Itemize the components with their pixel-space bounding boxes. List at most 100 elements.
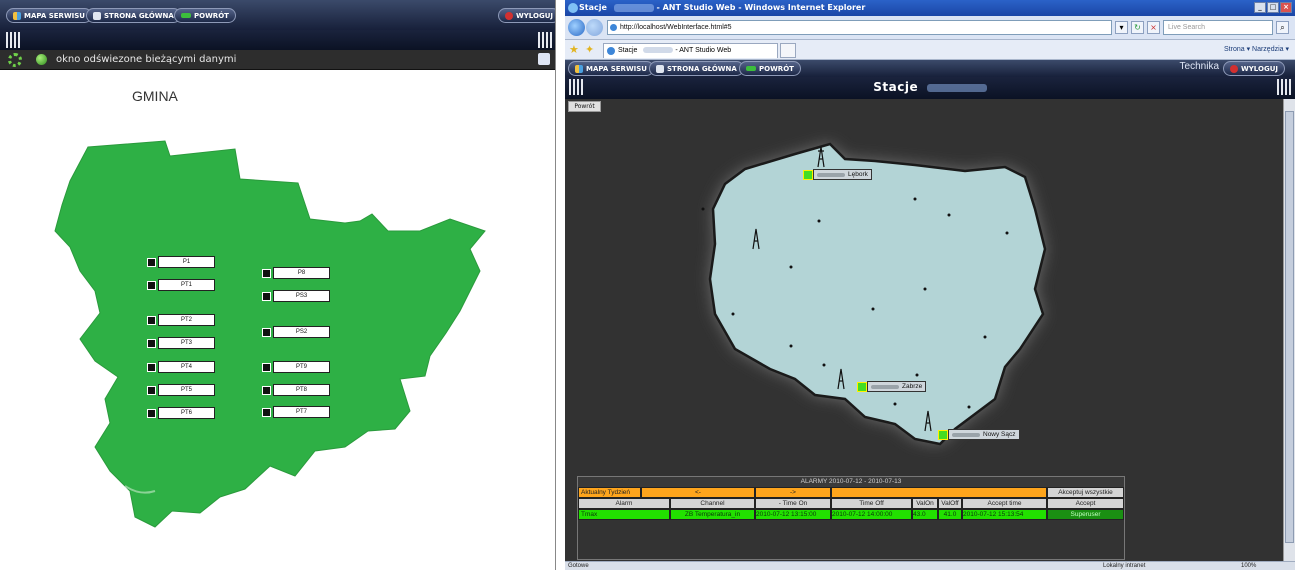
favorites-star-icon[interactable]: ★ xyxy=(569,43,579,56)
prev-week-button[interactable]: <- xyxy=(641,487,755,498)
col-header[interactable]: ValOn xyxy=(912,498,938,509)
point-label: PT6 xyxy=(158,407,215,419)
point-p8[interactable]: P8 xyxy=(262,267,330,279)
vertical-scrollbar[interactable] xyxy=(1283,99,1295,561)
col-header[interactable]: - Time On xyxy=(755,498,831,509)
back-nav-icon[interactable] xyxy=(568,19,585,36)
point-ps3[interactable]: PS3 xyxy=(262,290,330,302)
left-app-panel: MAPA SERWISU STRONA GŁÓWNA POWRÓT WYLOGU… xyxy=(0,0,556,570)
right-top-nav: MAPA SERWISU STRONA GŁÓWNA POWRÓT Techni… xyxy=(565,60,1295,77)
scroll-thumb[interactable] xyxy=(1285,111,1294,543)
back-button[interactable]: POWRÓT xyxy=(739,61,801,76)
week-bar-spacer xyxy=(831,487,1047,498)
alarm-cell: 41.0 xyxy=(938,509,962,520)
alarm-row[interactable]: Tmax ZB Temperatura_in 2010-07-12 13:15:… xyxy=(578,509,1124,520)
point-switch-icon xyxy=(262,407,271,417)
left-bars-decoration xyxy=(6,32,20,48)
col-header[interactable]: Channel xyxy=(670,498,755,509)
next-week-button[interactable]: -> xyxy=(755,487,831,498)
search-icon[interactable]: ⌕ xyxy=(1276,21,1289,34)
url-input[interactable]: http://localhost/WebInterface.html#5 xyxy=(607,20,1112,35)
add-favorites-icon[interactable]: ✦ xyxy=(585,43,594,56)
home-button[interactable]: STRONA GŁÓWNA xyxy=(86,8,181,23)
left-top-nav: MAPA SERWISU STRONA GŁÓWNA POWRÓT WYLOGU… xyxy=(0,0,555,30)
screen: MAPA SERWISU STRONA GŁÓWNA POWRÓT WYLOGU… xyxy=(0,0,1295,570)
point-p1[interactable]: P1 xyxy=(147,256,215,268)
accept-button[interactable]: Superuser xyxy=(1047,509,1124,520)
point-label: PT7 xyxy=(273,406,330,418)
poland-shape-group xyxy=(708,142,1047,446)
address-bar: http://localhost/WebInterface.html#5 ▾ ↻… xyxy=(565,16,1295,40)
logout-button[interactable]: WYLOGUJ xyxy=(1223,61,1285,76)
browser-tab[interactable]: Stacje - ANT Studio Web xyxy=(603,43,778,58)
browser-status-bar: Gotowe Lokalny intranet 100% xyxy=(565,561,1295,570)
point-ps2[interactable]: PS2 xyxy=(262,326,330,338)
point-label: PS3 xyxy=(273,290,330,302)
point-label: PT2 xyxy=(158,314,215,326)
point-pt1[interactable]: PT1 xyxy=(147,279,215,291)
map-button[interactable]: MAPA SERWISU xyxy=(568,61,654,76)
home-icon xyxy=(656,64,664,73)
new-tab-button[interactable] xyxy=(780,43,796,58)
logout-button-label: WYLOGUJ xyxy=(516,11,553,20)
poland-shape xyxy=(708,142,1047,446)
redacted-text xyxy=(643,47,674,54)
tab-title-prefix: Stacje xyxy=(618,47,638,54)
refresh-icon[interactable]: ↻ xyxy=(1131,21,1144,34)
point-switch-icon xyxy=(147,280,156,290)
point-pt4[interactable]: PT4 xyxy=(147,361,215,373)
alarm-cell: ZB Temperatura_in xyxy=(670,509,755,520)
point-switch-icon xyxy=(262,268,271,278)
point-switch-icon xyxy=(147,362,156,372)
left-title-bar xyxy=(0,30,555,50)
dropdown-icon[interactable]: ▾ xyxy=(1115,21,1128,34)
sitemap-icon xyxy=(575,64,583,73)
maximize-icon[interactable]: □ xyxy=(1267,2,1279,13)
station-lebork[interactable]: Lębork xyxy=(803,169,872,180)
home-button-label: STRONA GŁÓWNA xyxy=(667,64,737,73)
col-header[interactable]: ValOff xyxy=(938,498,962,509)
station-status-icon xyxy=(938,429,948,440)
station-zabrze[interactable]: Zabrze xyxy=(857,381,927,392)
point-pt8[interactable]: PT8 xyxy=(262,384,330,396)
settings-gear-icon[interactable] xyxy=(8,53,22,67)
col-header[interactable]: Time Off xyxy=(831,498,912,509)
ie-window: Stacje - ANT Studio Web - Windows Intern… xyxy=(565,0,1295,570)
ie-logo-icon xyxy=(568,3,578,13)
back-button[interactable]: POWRÓT xyxy=(174,8,236,23)
forward-nav-icon[interactable] xyxy=(586,19,603,36)
point-switch-icon xyxy=(147,338,156,348)
point-label: PT4 xyxy=(158,361,215,373)
logout-button[interactable]: WYLOGUJ xyxy=(498,8,555,23)
back-button-label: POWRÓT xyxy=(194,11,229,20)
point-pt6[interactable]: PT6 xyxy=(147,407,215,419)
search-input[interactable]: Live Search xyxy=(1163,20,1273,35)
zoom-level[interactable]: 100% xyxy=(1241,562,1256,570)
accept-all-button[interactable]: Akceptuj wszystkie xyxy=(1047,487,1124,498)
status-ok-icon xyxy=(36,54,47,65)
point-pt9[interactable]: PT9 xyxy=(262,361,330,373)
stop-icon[interactable]: × xyxy=(1147,21,1160,34)
command-bar[interactable]: Strona ▾ Narzędzia ▾ xyxy=(1224,45,1289,53)
close-icon[interactable]: × xyxy=(1280,2,1292,13)
station-nowy-sacz[interactable]: Nowy Sącz xyxy=(938,429,1020,440)
back-arrow-icon xyxy=(746,66,756,71)
point-label: PT3 xyxy=(158,337,215,349)
map-button-label: MAPA SERWISU xyxy=(586,64,647,73)
station-label: Nowy Sącz xyxy=(948,429,1020,440)
col-header[interactable]: Accept xyxy=(1047,498,1124,509)
sound-icon[interactable] xyxy=(538,53,550,65)
home-button[interactable]: STRONA GŁÓWNA xyxy=(649,61,744,76)
logout-button-label: WYLOGUJ xyxy=(1241,64,1278,73)
point-pt7[interactable]: PT7 xyxy=(262,406,330,418)
point-pt3[interactable]: PT3 xyxy=(147,337,215,349)
col-header[interactable]: Alarm xyxy=(578,498,670,509)
alarm-cell: 2010-07-12 14:00:00 xyxy=(831,509,912,520)
col-header[interactable]: Accept time xyxy=(962,498,1047,509)
point-pt2[interactable]: PT2 xyxy=(147,314,215,326)
minimize-icon[interactable]: _ xyxy=(1254,2,1266,13)
current-week-button[interactable]: Aktualny Tydzień xyxy=(578,487,641,498)
point-pt5[interactable]: PT5 xyxy=(147,384,215,396)
point-switch-icon xyxy=(147,257,156,267)
map-button[interactable]: MAPA SERWISU xyxy=(6,8,92,23)
